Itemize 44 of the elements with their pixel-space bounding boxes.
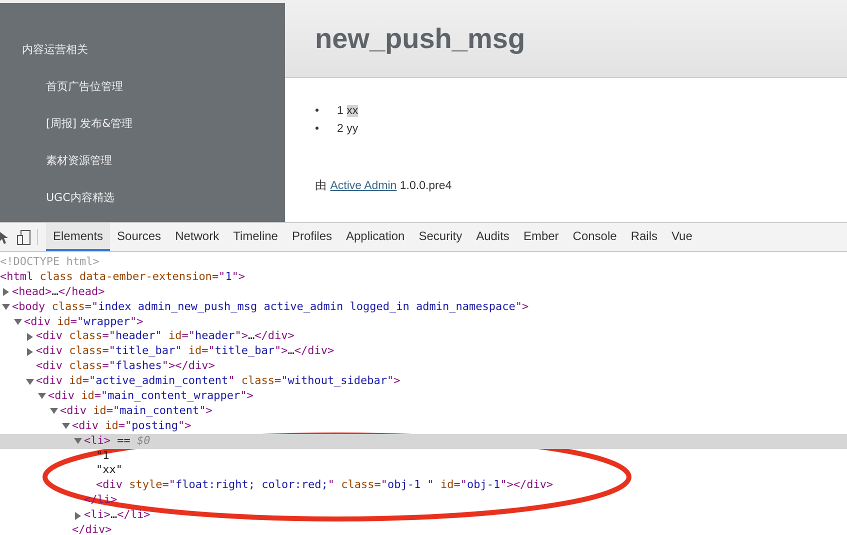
sidebar-item[interactable]: 首页广告位管理 — [0, 73, 285, 110]
inspect-cursor-icon[interactable] — [0, 230, 9, 244]
code-line: <body class="index admin_new_push_msg active_admin logged_in admin_namespace"> — [12, 300, 529, 315]
code-line: <div id="active_admin_content" class="without_sidebar"> — [36, 374, 400, 390]
sidebar-item[interactable]: [周报] 发布&管理 — [0, 110, 285, 147]
devtools-tab[interactable]: Profiles — [284, 223, 339, 251]
code-line: "xx" — [96, 463, 122, 478]
list-item: 1 xx — [337, 104, 358, 119]
code-line: </div> — [72, 523, 112, 535]
devtools-tab[interactable]: Timeline — [226, 223, 285, 251]
code-line: <li> == $0 — [84, 434, 150, 449]
code-line: <div class="header" id="header">…</div> — [36, 329, 294, 344]
code-line: <head>…</head> — [12, 284, 105, 300]
devtools-tab[interactable]: Rails — [624, 223, 664, 251]
footer-text: 由 Active Admin 1.0.0.pre4 — [315, 178, 453, 193]
bullet-marker: • — [315, 104, 320, 119]
code-line: <div id="posting"> — [72, 418, 192, 434]
devtools-tab[interactable]: Network — [168, 223, 226, 251]
devtools-tab[interactable]: Sources — [110, 223, 168, 251]
code-line: <div class="flashes"></div> — [36, 359, 215, 374]
devtools-tab[interactable]: Security — [412, 223, 470, 251]
sidebar-item[interactable]: 素材资源管理 — [0, 147, 285, 184]
code-line: <html class data-ember-extension="1"> — [0, 270, 246, 285]
page-title: new_push_msg — [315, 22, 526, 54]
devtools-tab[interactable]: Elements — [46, 223, 110, 251]
devtools-tab[interactable]: Vue — [664, 223, 700, 251]
devtools-tab[interactable]: Application — [339, 223, 412, 251]
devtools-tab[interactable]: Console — [566, 223, 624, 251]
bullet-marker: • — [315, 122, 320, 137]
code-line: <div id="main_content"> — [60, 404, 212, 419]
list-item: 2 yy — [337, 122, 358, 137]
code-line: <div class="title_bar" id="title_bar">…</div> — [36, 344, 334, 360]
code-line: <div id="main_content_wrapper"> — [48, 389, 254, 404]
devtools-tab[interactable]: Audits — [469, 223, 516, 251]
devtools-tab[interactable]: Ember — [516, 223, 566, 251]
code-line: <!DOCTYPE html> — [0, 255, 100, 270]
active-admin-link[interactable]: Active Admin — [330, 180, 397, 192]
sidebar-item[interactable]: UGC内容精选 — [0, 184, 285, 221]
device-icon[interactable] — [17, 230, 31, 244]
code-line: <li>…</li> — [84, 508, 150, 524]
sidebar-section: 内容运营相关 — [0, 36, 285, 73]
selected-row[interactable]: <li> == $0 — [0, 434, 847, 449]
code-line: <div style="float:right; color:red;" class="obj-1 " id="obj-1"></div> — [96, 478, 554, 494]
code-line: <div id="wrapper"> — [24, 314, 144, 330]
